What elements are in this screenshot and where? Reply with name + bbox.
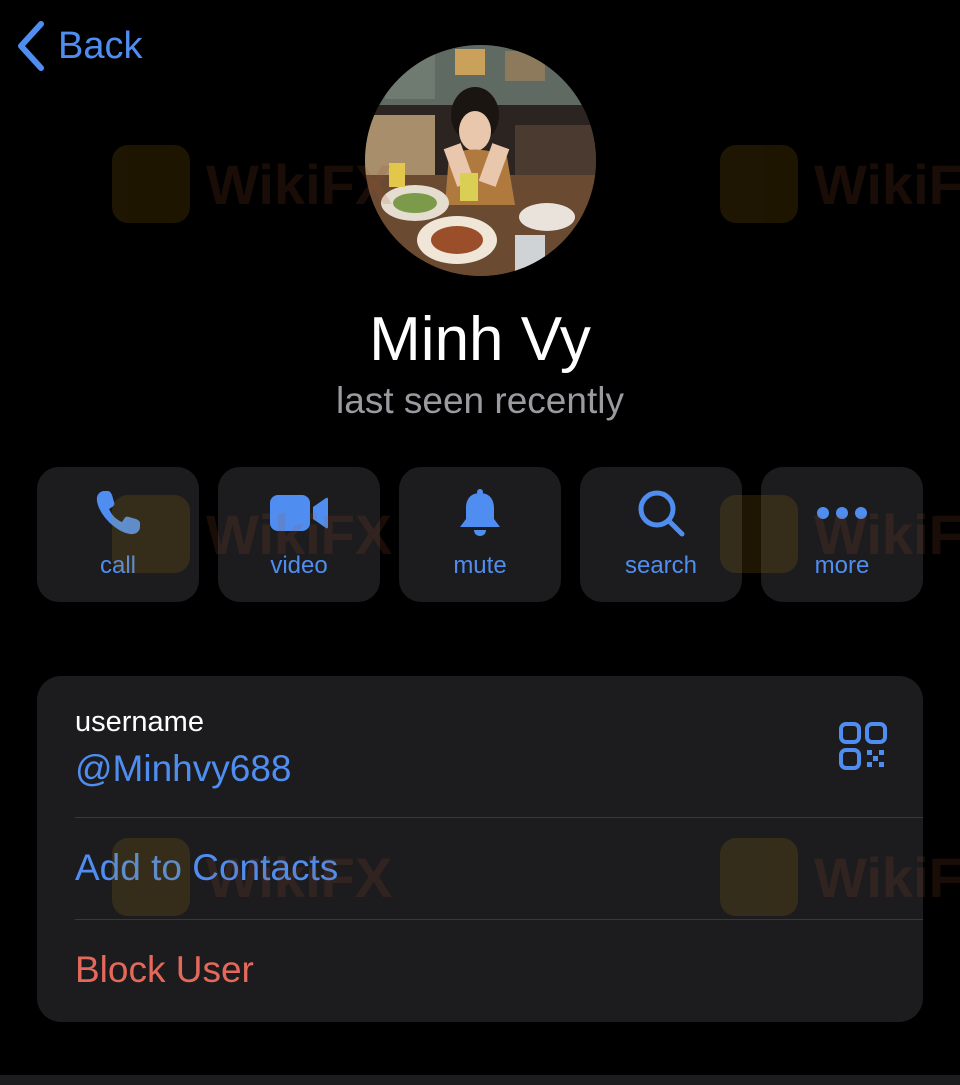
avatar[interactable] — [365, 45, 596, 276]
video-button[interactable]: video — [218, 467, 380, 602]
watermark: WikiFX — [112, 145, 392, 223]
video-camera-icon — [218, 487, 380, 539]
mute-label: mute — [453, 552, 507, 579]
phone-icon — [37, 487, 199, 539]
profile-name: Minh Vy — [369, 305, 591, 374]
watermark-text: WikiFX — [814, 152, 960, 216]
video-label: video — [270, 552, 328, 579]
add-to-contacts-row[interactable]: Add to Contacts — [75, 817, 923, 920]
info-card: username @Minhvy688 Add to Contacts Bloc… — [37, 676, 923, 1022]
more-dots-icon — [761, 487, 923, 539]
action-bar: call video mute search more — [37, 467, 923, 602]
search-label: search — [624, 552, 698, 579]
back-button[interactable]: Back — [16, 20, 142, 72]
watermark-logo-icon — [112, 145, 190, 223]
username-caption: username — [75, 706, 204, 738]
watermark-logo-icon — [720, 145, 798, 223]
last-seen-status: last seen recently — [336, 380, 624, 421]
block-user-label: Block User — [75, 949, 254, 990]
search-button[interactable]: search — [580, 467, 742, 602]
username-row[interactable]: username @Minhvy688 — [75, 676, 923, 817]
chevron-left-icon — [16, 21, 46, 71]
call-label: call — [99, 552, 136, 579]
call-button[interactable]: call — [37, 467, 199, 602]
bell-icon — [399, 487, 561, 539]
back-label: Back — [58, 25, 143, 67]
more-label: more — [814, 552, 870, 579]
username-value[interactable]: @Minhvy688 — [75, 746, 292, 792]
search-icon — [580, 487, 742, 539]
block-user-row[interactable]: Block User — [75, 919, 923, 1022]
watermark: WikiFX — [720, 145, 960, 223]
add-to-contacts-label: Add to Contacts — [75, 847, 339, 888]
qr-code-icon[interactable] — [839, 722, 887, 770]
bottom-bar — [0, 1075, 960, 1085]
mute-button[interactable]: mute — [399, 467, 561, 602]
more-button[interactable]: more — [761, 467, 923, 602]
